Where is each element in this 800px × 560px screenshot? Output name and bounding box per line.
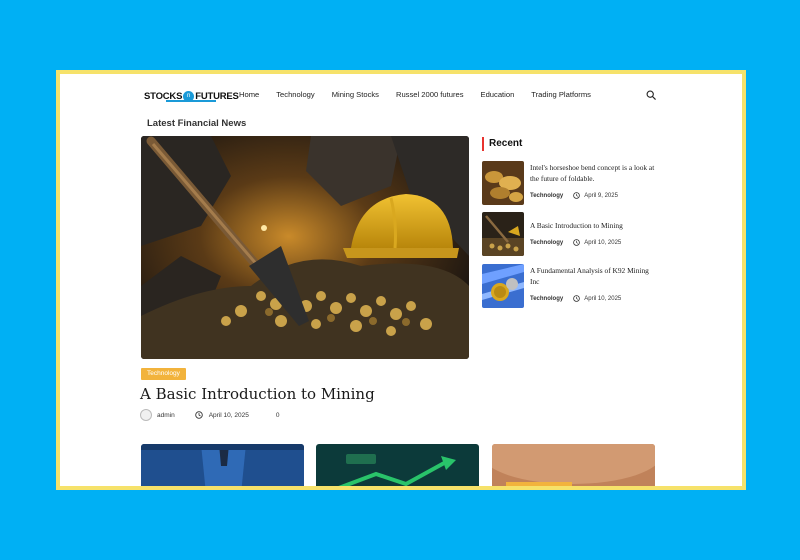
card-image-business	[141, 444, 304, 486]
clock-icon	[573, 295, 581, 302]
recent-category[interactable]: Technology	[530, 193, 563, 199]
recent-category[interactable]: Technology	[530, 240, 563, 246]
recent-title[interactable]: Intel's horseshoe bend concept is a look…	[530, 163, 658, 184]
recent-date: April 9, 2025	[584, 192, 618, 199]
recent-title[interactable]: A Basic Introduction to Mining	[530, 221, 658, 232]
logo-underline	[166, 100, 216, 102]
mining-thumbnail	[482, 212, 524, 256]
nav-trading-platforms[interactable]: Trading Platforms	[531, 90, 591, 99]
card-image-chart	[316, 444, 479, 486]
recent-title[interactable]: A Fundamental Analysis of K92 Mining Inc	[530, 266, 658, 287]
clock-icon	[573, 239, 581, 246]
nav-russel-2000-futures[interactable]: Russel 2000 futures	[396, 90, 464, 99]
recent-date: April 10, 2025	[584, 295, 622, 302]
hero-title[interactable]: A Basic Introduction to Mining	[140, 385, 375, 403]
nav-technology[interactable]: Technology	[276, 90, 314, 99]
post-date: April 10, 2025	[208, 411, 249, 419]
recent-item[interactable]: A Basic Introduction to Mining Technolog…	[482, 212, 662, 256]
recent-item[interactable]: Intel's horseshoe bend concept is a look…	[482, 161, 662, 205]
comment-count[interactable]: 0	[276, 412, 280, 419]
gold-nuggets-thumbnail	[482, 161, 524, 205]
category-badge[interactable]: Technology	[141, 368, 186, 380]
site-header: STOCKS n FUTURES Home Technology Mining …	[60, 74, 742, 116]
nav-education[interactable]: Education	[481, 90, 515, 99]
site-logo[interactable]: STOCKS n FUTURES	[144, 88, 239, 104]
main-nav: Home Technology Mining Stocks Russel 200…	[239, 90, 608, 99]
clock-icon	[573, 192, 581, 199]
recent-category[interactable]: Technology	[530, 296, 563, 302]
author-name[interactable]: admin	[157, 412, 175, 419]
recent-heading: Recent	[482, 137, 522, 151]
article-card[interactable]	[492, 444, 655, 486]
mining-scene-illustration	[141, 136, 469, 359]
recent-thumbnail[interactable]	[482, 264, 524, 308]
clock-icon	[194, 411, 203, 419]
recent-date: April 10, 2025	[584, 239, 622, 246]
nav-mining-stocks[interactable]: Mining Stocks	[332, 90, 379, 99]
article-card[interactable]	[141, 444, 304, 486]
web-page: STOCKS n FUTURES Home Technology Mining …	[60, 74, 742, 486]
article-card[interactable]	[316, 444, 479, 486]
hero-meta: admin April 10, 2025 0	[140, 408, 279, 422]
recent-thumbnail[interactable]	[482, 161, 524, 205]
nav-home[interactable]: Home	[239, 90, 259, 99]
recent-thumbnail[interactable]	[482, 212, 524, 256]
screenshot-frame: STOCKS n FUTURES Home Technology Mining …	[56, 70, 746, 490]
recent-item[interactable]: A Fundamental Analysis of K92 Mining Inc…	[482, 264, 662, 308]
search-icon[interactable]	[646, 90, 656, 100]
crypto-coins-thumbnail	[482, 264, 524, 308]
hero-image[interactable]	[141, 136, 469, 359]
author-avatar	[140, 409, 152, 421]
section-title: Latest Financial News	[147, 118, 247, 129]
recent-meta: Technology April 9, 2025	[530, 192, 618, 199]
recent-meta: Technology April 10, 2025	[530, 295, 621, 302]
card-image-skin	[492, 444, 655, 486]
recent-meta: Technology April 10, 2025	[530, 239, 621, 246]
